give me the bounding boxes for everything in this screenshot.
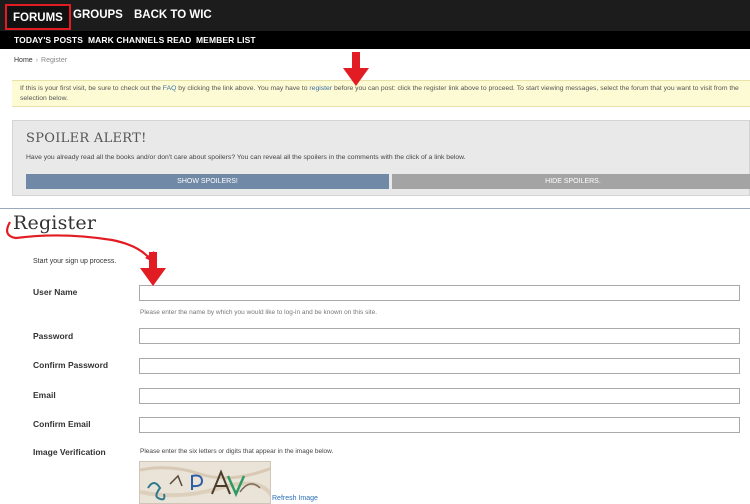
spoiler-title: SPOILER ALERT!	[26, 131, 147, 146]
subnav-mark-channels-read[interactable]: MARK CHANNELS READ	[88, 31, 191, 49]
confirm-password-input[interactable]	[139, 358, 740, 374]
notice-text-2: by clicking the link above. You may have…	[176, 85, 310, 92]
first-visit-notice: If this is your first visit, be sure to …	[12, 80, 750, 107]
subnav-todays-posts[interactable]: TODAY'S POSTS	[14, 31, 83, 49]
confirm-email-input[interactable]	[139, 417, 740, 433]
refresh-image-link[interactable]: Refresh Image	[272, 495, 318, 502]
register-link[interactable]: register	[309, 85, 332, 92]
breadcrumb-current: Register	[41, 57, 68, 64]
notice-text-1: If this is your first visit, be sure to …	[20, 85, 163, 92]
captcha-graphic	[140, 462, 270, 503]
username-label: User Name	[33, 287, 78, 297]
tab-groups[interactable]: GROUPS	[73, 0, 123, 31]
spoiler-description: Have you already read all the books and/…	[26, 154, 466, 161]
annotation-arrow-down-icon	[343, 52, 369, 86]
username-hint: Please enter the name by which you would…	[140, 309, 378, 316]
show-spoilers-button[interactable]: SHOW SPOILERS!	[26, 174, 389, 189]
image-verification-hint: Please enter the six letters or digits t…	[140, 448, 334, 455]
faq-link[interactable]: FAQ	[163, 85, 177, 92]
password-input[interactable]	[139, 328, 740, 344]
subnav-member-list[interactable]: MEMBER LIST	[196, 31, 256, 49]
password-label: Password	[33, 331, 74, 341]
email-label: Email	[33, 390, 56, 400]
hide-spoilers-button[interactable]: HIDE SPOILERS.	[392, 174, 750, 189]
section-divider	[0, 208, 750, 209]
tab-back-to-wic[interactable]: BACK TO WIC	[134, 0, 212, 31]
email-input[interactable]	[139, 388, 740, 404]
confirm-email-label: Confirm Email	[33, 419, 91, 429]
image-verification-label: Image Verification	[33, 447, 106, 457]
sub-nav: TODAY'S POSTS MARK CHANNELS READ MEMBER …	[0, 31, 750, 49]
confirm-password-label: Confirm Password	[33, 360, 109, 370]
spoiler-alert-box: SPOILER ALERT! Have you already read all…	[12, 120, 750, 196]
top-nav: FORUMS GROUPS BACK TO WIC	[0, 0, 750, 31]
annotation-curved-arrow-icon	[6, 221, 157, 264]
captcha-image	[139, 461, 271, 504]
tab-forums[interactable]: FORUMS	[5, 4, 71, 30]
breadcrumb-separator: ›	[35, 57, 39, 64]
breadcrumb: Home › Register	[14, 57, 67, 64]
username-input[interactable]	[139, 285, 740, 301]
breadcrumb-home[interactable]: Home	[14, 57, 33, 64]
